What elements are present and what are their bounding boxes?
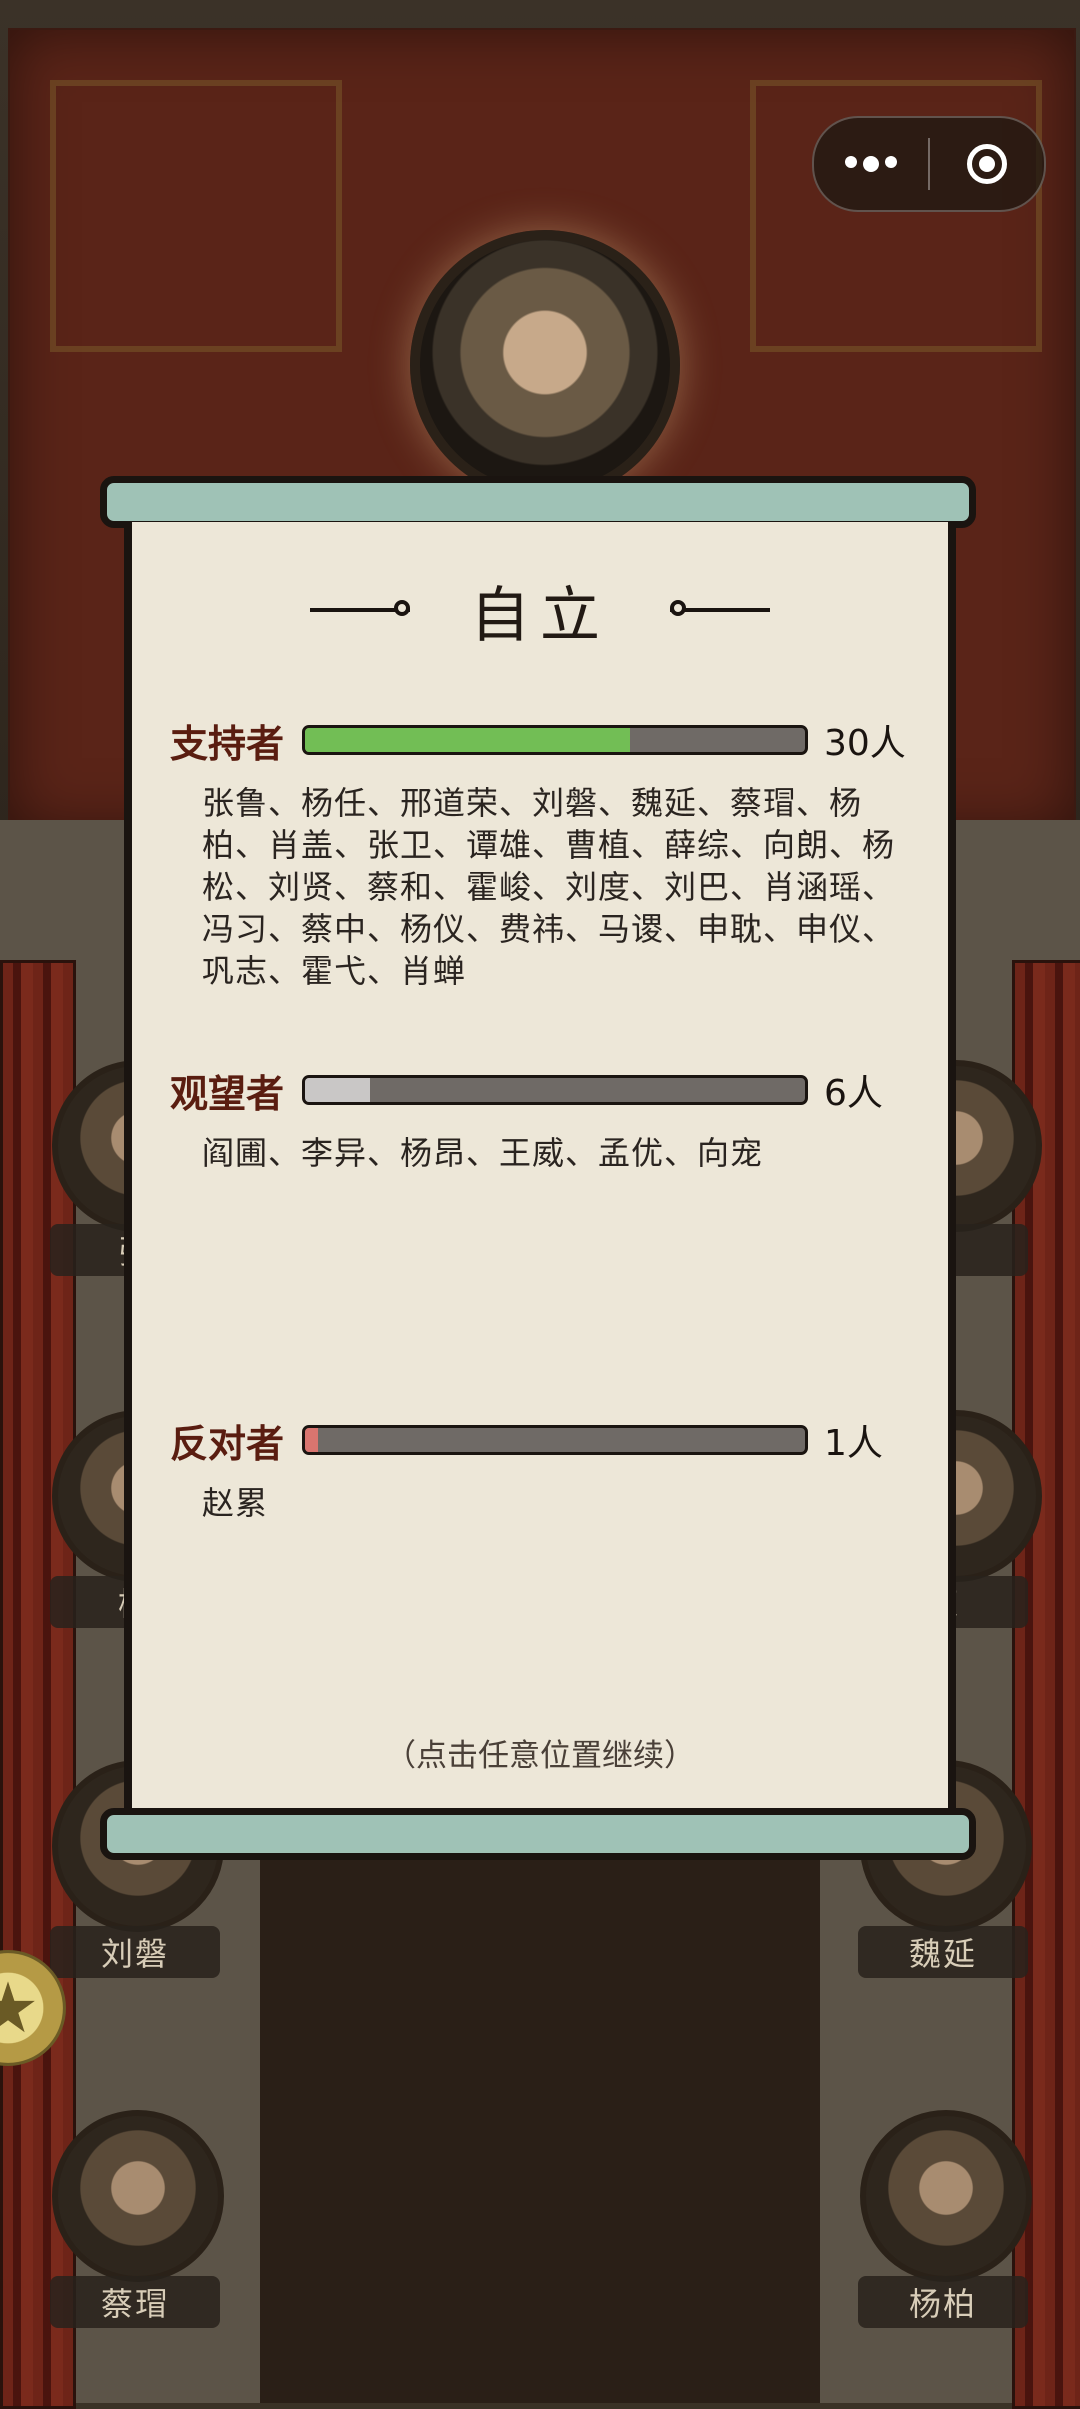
group-label: 观望者 (170, 1070, 285, 1116)
scroll-rod-top (100, 476, 976, 528)
character-portrait[interactable] (52, 2110, 224, 2282)
group-label: 支持者 (170, 720, 285, 766)
oppose-bar (302, 1425, 808, 1455)
opponents-group: 反对者 1人 赵累 (170, 1410, 930, 1524)
leader-portrait (410, 230, 680, 500)
character-name-plate: 杨柏 (858, 2276, 1028, 2328)
neutral-bar (302, 1075, 808, 1105)
group-count: 1人 (824, 1423, 883, 1464)
character-name-plate: 刘磐 (50, 1926, 220, 1978)
miniprogram-capsule (812, 116, 1046, 212)
dialog-title: 自立 (470, 580, 610, 651)
character-portrait[interactable] (860, 2110, 1032, 2282)
target-circle-icon[interactable] (930, 144, 1044, 184)
neutral-group: 观望者 6人 阎圃、李异、杨昂、王威、孟优、向宠 (170, 1060, 930, 1174)
group-count: 6人 (824, 1073, 883, 1114)
group-names: 阎圃、李异、杨昂、王威、孟优、向宠 (202, 1134, 764, 1172)
right-ornament-icon (670, 600, 770, 620)
hall-aisle (260, 1840, 820, 2403)
character-name-plate: 魏延 (858, 1926, 1028, 1978)
character-name-plate: 蔡瑁 (50, 2276, 220, 2328)
bar-fill (305, 1078, 370, 1102)
left-ornament-icon (310, 600, 410, 620)
scroll-rod-bottom (100, 1808, 976, 1860)
more-dots-icon[interactable] (814, 156, 928, 172)
group-count: 30人 (824, 723, 906, 764)
support-bar (302, 725, 808, 755)
supporters-group: 支持者 30人 张鲁、杨任、邢道荣、刘磐、魏延、蔡瑁、杨柏、肖盖、张卫、谭雄、曹… (170, 710, 930, 992)
bar-fill (305, 1428, 318, 1452)
group-label: 反对者 (170, 1420, 285, 1466)
group-names: 赵累 (202, 1484, 269, 1522)
continue-hint: （点击任意位置继续） (385, 1738, 695, 1774)
dialog-title-row: 自立 (0, 570, 1080, 651)
group-names: 张鲁、杨任、邢道荣、刘磐、魏延、蔡瑁、杨柏、肖盖、张卫、谭雄、曹植、薛综、向朗、… (202, 784, 896, 990)
bar-fill (305, 728, 630, 752)
